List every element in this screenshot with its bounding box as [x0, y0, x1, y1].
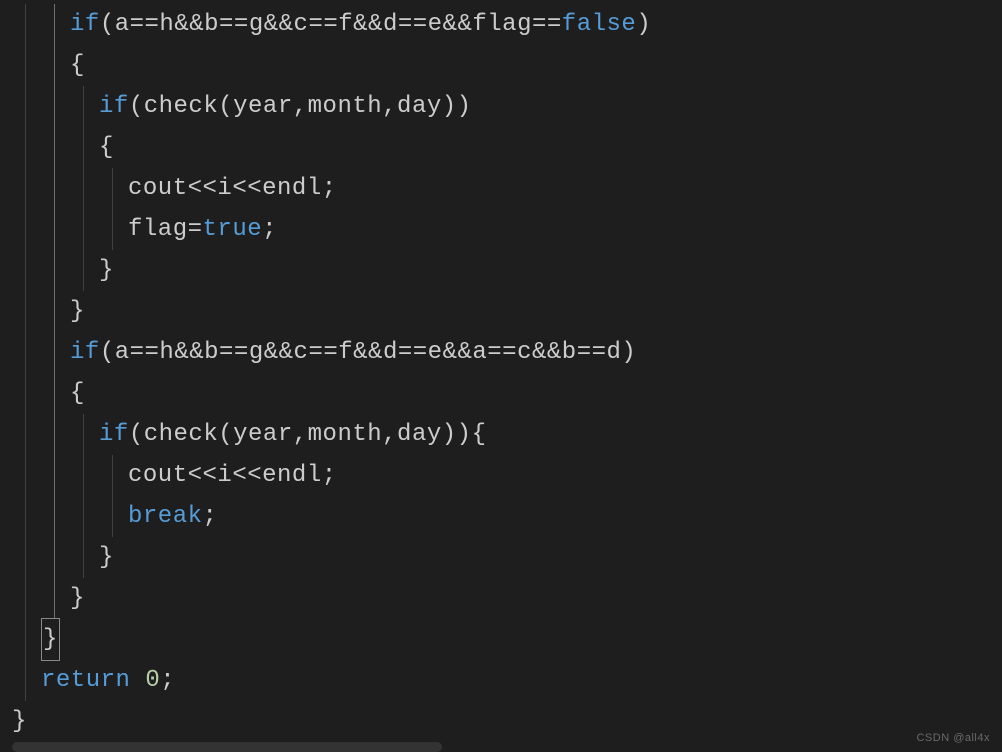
code-text: return 0;: [12, 660, 175, 701]
code-lines-container: if(a==h&&b==g&&c==f&&d==e&&flag==false){…: [12, 4, 1002, 742]
code-text: }: [12, 537, 114, 578]
token-keyword: return: [41, 667, 130, 694]
code-editor-viewport[interactable]: if(a==h&&b==g&&c==f&&d==e&&flag==false){…: [0, 0, 1002, 742]
code-text: {: [12, 373, 85, 414]
token-text: {: [70, 380, 85, 407]
token-text: ;: [262, 216, 277, 243]
code-line[interactable]: {: [12, 373, 1002, 414]
code-line[interactable]: if(check(year,month,day)){: [12, 414, 1002, 455]
code-text: flag=true;: [12, 209, 277, 250]
token-text: {: [99, 134, 114, 161]
code-line[interactable]: {: [12, 45, 1002, 86]
code-line[interactable]: }: [12, 701, 1002, 742]
token-bool: true: [203, 216, 263, 243]
token-text: }: [70, 585, 85, 612]
code-text: }: [12, 701, 27, 742]
code-line[interactable]: flag=true;: [12, 209, 1002, 250]
code-line[interactable]: break;: [12, 496, 1002, 537]
code-line[interactable]: }: [12, 537, 1002, 578]
token-text: }: [70, 298, 85, 325]
code-line[interactable]: if(a==h&&b==g&&c==f&&d==e&&a==c&&b==d): [12, 332, 1002, 373]
token-text: (a==h&&b==g&&c==f&&d==e&&a==c&&b==d): [100, 339, 636, 366]
token-text: cout<<i<<endl;: [128, 175, 337, 202]
code-line[interactable]: if(check(year,month,day)): [12, 86, 1002, 127]
token-keyword: if: [70, 339, 100, 366]
horizontal-scrollbar[interactable]: [12, 742, 442, 752]
code-line[interactable]: cout<<i<<endl;: [12, 168, 1002, 209]
code-line[interactable]: {: [12, 127, 1002, 168]
code-line[interactable]: }: [12, 291, 1002, 332]
code-line[interactable]: return 0;: [12, 660, 1002, 701]
token-text: flag=: [128, 216, 203, 243]
watermark-text: CSDN @all4x: [916, 732, 990, 744]
code-text: }: [12, 250, 114, 291]
code-text: {: [12, 45, 85, 86]
code-text: if(a==h&&b==g&&c==f&&d==e&&flag==false): [12, 4, 651, 45]
code-text: cout<<i<<endl;: [12, 168, 337, 209]
token-text: ;: [160, 667, 175, 694]
token-text: cout<<i<<endl;: [128, 462, 337, 489]
token-text: }: [12, 708, 27, 735]
token-num: 0: [145, 667, 160, 694]
code-text: if(check(year,month,day)){: [12, 414, 486, 455]
token-text: ): [636, 11, 651, 38]
code-text: if(check(year,month,day)): [12, 86, 472, 127]
token-text: (a==h&&b==g&&c==f&&d==e&&flag==: [100, 11, 562, 38]
code-text: break;: [12, 496, 217, 537]
code-text: {: [12, 127, 114, 168]
token-keyword: if: [99, 93, 129, 120]
code-line[interactable]: cout<<i<<endl;: [12, 455, 1002, 496]
code-line[interactable]: if(a==h&&b==g&&c==f&&d==e&&flag==false): [12, 4, 1002, 45]
code-line[interactable]: }: [12, 250, 1002, 291]
token-bool: false: [562, 11, 637, 38]
token-text: (check(year,month,day)): [129, 93, 472, 120]
code-text: if(a==h&&b==g&&c==f&&d==e&&a==c&&b==d): [12, 332, 636, 373]
token-keyword: if: [70, 11, 100, 38]
code-text: }: [12, 578, 85, 619]
code-text: }: [12, 618, 60, 661]
code-text: cout<<i<<endl;: [12, 455, 337, 496]
code-text: }: [12, 291, 85, 332]
token-text: (check(year,month,day)){: [129, 421, 487, 448]
bracket-match-highlight: }: [41, 618, 60, 661]
token-keyword: if: [99, 421, 129, 448]
token-text: ;: [203, 503, 218, 530]
token-text: }: [99, 257, 114, 284]
code-line[interactable]: }: [12, 578, 1002, 619]
code-line[interactable]: }: [12, 619, 1002, 660]
token-keyword: break: [128, 503, 203, 530]
token-text: {: [70, 52, 85, 79]
token-text: }: [99, 544, 114, 571]
token-text: [130, 667, 145, 694]
